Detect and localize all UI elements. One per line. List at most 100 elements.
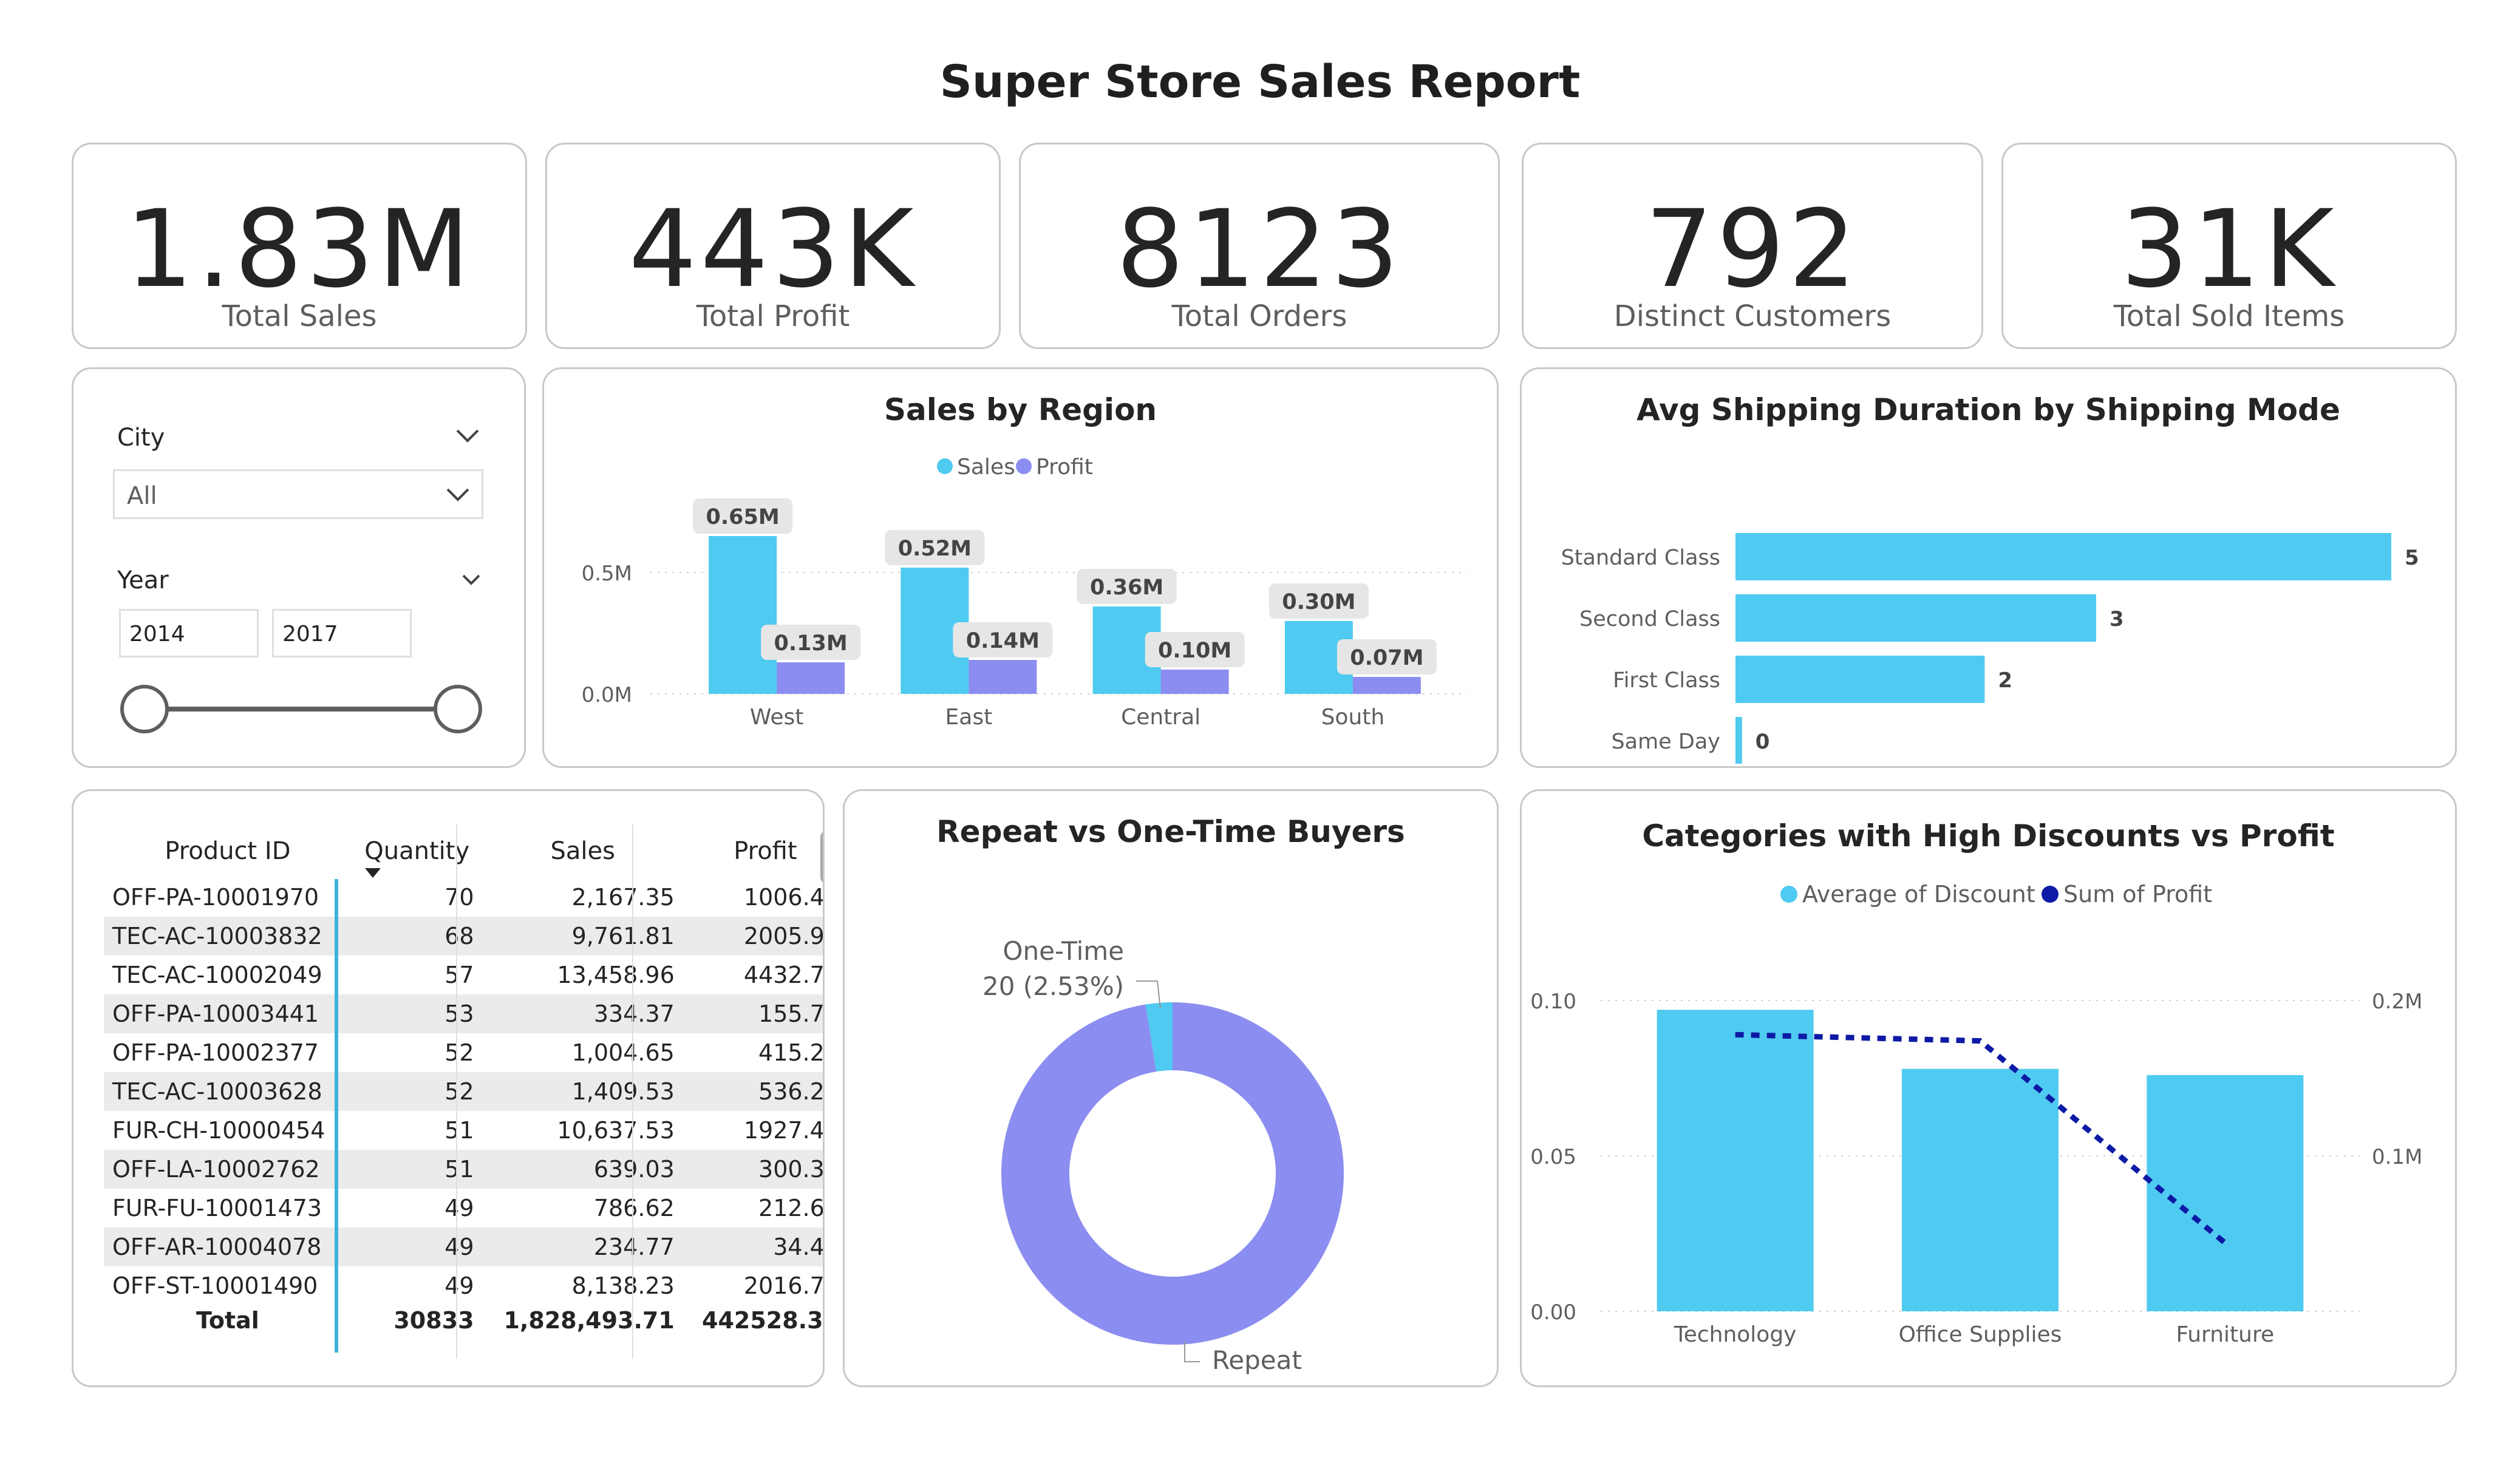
kpi-label: Total Profit [696, 299, 850, 333]
filter-panel: City All Year 2014 2017 [72, 367, 526, 768]
table-row[interactable]: OFF-AR-1000407849234.7734.46 [104, 1228, 823, 1266]
cell-profit: 1927.44 [743, 1117, 825, 1144]
cell-sales: 786.62 [593, 1195, 675, 1221]
data-label: 3 [2110, 607, 2124, 631]
cell-sales: 1,409.53 [482, 1072, 683, 1111]
table-row[interactable]: OFF-ST-10001490 49 8,138.23 2016.71 [104, 1266, 825, 1305]
kpi-label: Total Orders [1171, 299, 1347, 333]
data-label: 0.65M [706, 505, 780, 529]
cell-profit: 2005.95 [683, 917, 823, 956]
cell-quantity: 57 [444, 962, 474, 988]
data-label: 0.36M [1090, 576, 1163, 600]
city-slicer-label: City [117, 424, 165, 452]
cell-profit: 212.68 [758, 1195, 825, 1221]
x-tick-label: Office Supplies [1899, 1322, 2062, 1347]
data-label: 0.52M [898, 537, 972, 561]
cell-quantity: 49 [351, 1228, 483, 1266]
cell-sales: 8,138.23 [571, 1272, 675, 1299]
cell-product-id: TEC-AC-10003832 [104, 917, 352, 956]
data-label: 0.30M [1282, 590, 1355, 614]
table-row[interactable]: TEC-AC-10003832689,761.812005.95 [104, 917, 823, 956]
shipping-duration-chart: Standard Class 5 Second Class 3 First Class 2… [1561, 533, 2419, 764]
total-profit: 442528.31 [702, 1307, 823, 1334]
y-category-label: Second Class [1579, 607, 1720, 631]
y-tick-label: 0.0M [582, 683, 632, 707]
cell-sales: 234.77 [482, 1228, 683, 1266]
cell-product-id: FUR-FU-10001473 [112, 1195, 322, 1221]
y-right-tick-label: 0.1M [2372, 1145, 2422, 1169]
kpi-value: 8123 [1116, 187, 1403, 311]
bar-profit [1160, 670, 1229, 694]
table-scrollbar-thumb[interactable] [820, 830, 823, 884]
cell-sales: 13,458.96 [557, 962, 675, 988]
data-label: 0.10M [1158, 639, 1231, 663]
x-tick-label: South [1321, 705, 1385, 730]
column-header-product-id[interactable]: Product ID [104, 824, 352, 878]
y-category-label: Same Day [1611, 730, 1720, 754]
column-header-sales[interactable]: Sales [483, 824, 683, 878]
repeat-buyers-card: Repeat vs One-Time Buyers One-Time 20 (2.… [843, 789, 1499, 1387]
column-divider [456, 824, 457, 1359]
column-header-quantity[interactable]: Quantity [352, 824, 483, 878]
kpi-label: Total Sales [222, 299, 377, 333]
legend-label: Average of Discount [1802, 881, 2035, 908]
legend-marker [2042, 886, 2059, 903]
bar [1735, 533, 2391, 580]
table-row[interactable]: OFF-PA-10002377 52 1,004.65 415.28 [104, 1033, 823, 1072]
city-dropdown[interactable]: All [113, 469, 483, 519]
table-row[interactable]: OFF-LA-1000276251639.03300.34 [104, 1150, 823, 1189]
cell-profit: 34.46 [683, 1228, 823, 1266]
cell-profit: 2016.71 [743, 1272, 825, 1299]
kpi-value: 443K [628, 187, 918, 311]
cell-quantity: 51 [444, 1117, 474, 1144]
leader-line [1184, 1342, 1200, 1362]
discount-profit-combo-chart: Average of Discount Sum of Profit 0.00 0.05… [1530, 881, 2422, 1347]
cell-sales: 10,637.53 [557, 1117, 675, 1144]
cell-profit: 300.34 [683, 1150, 823, 1189]
chevron-down-icon[interactable] [461, 572, 482, 587]
y-left-tick-label: 0.00 [1530, 1300, 1576, 1325]
column-header-label: Quantity [364, 837, 470, 865]
cell-quantity: 53 [351, 994, 483, 1033]
kpi-card-total-orders: 8123 Total Orders [1019, 143, 1500, 349]
slice-label-value: 772 (97.47%) [1212, 1382, 1386, 1386]
product-table: Product ID Quantity Sales Profit OFF-PA-… [104, 824, 825, 1336]
column-header-profit[interactable]: Profit [683, 824, 823, 878]
column-divider [632, 824, 633, 1359]
x-tick-label: East [945, 705, 993, 730]
table-row[interactable]: FUR-CH-10000454 51 10,637.53 1927.44 [104, 1111, 825, 1150]
chevron-down-icon[interactable] [455, 427, 480, 445]
sales-by-region-card: Sales by Region Sales Profit 0.0M 0.5M 0.65M… [542, 367, 1499, 768]
cell-sales: 9,761.81 [482, 917, 683, 956]
table-row[interactable]: OFF-PA-10001970 70 2,167.35 1006.44 [104, 878, 825, 917]
bar-profit [777, 662, 845, 694]
y-tick-label: 0.5M [582, 562, 632, 586]
table-row[interactable]: TEC-AC-10003628521,409.53536.22 [104, 1072, 823, 1111]
chevron-down-icon [446, 488, 469, 501]
table-row[interactable]: FUR-FU-10001473 49 786.62 212.68 [104, 1189, 825, 1228]
kpi-label: Total Sold Items [2113, 299, 2345, 333]
year-start-input[interactable]: 2014 [119, 609, 259, 657]
data-label: 5 [2405, 546, 2419, 570]
legend-marker [1780, 886, 1797, 903]
slice-label-name: Repeat [1212, 1345, 1302, 1375]
cell-quantity: 51 [351, 1150, 483, 1189]
donut-slice-repeat [1001, 1002, 1344, 1345]
total-label: Total [196, 1307, 259, 1334]
slider-end-handle[interactable] [434, 685, 482, 733]
legend-marker [937, 458, 953, 474]
table-row[interactable]: OFF-PA-1000344153334.37155.78 [104, 994, 823, 1033]
y-left-tick-label: 0.05 [1530, 1145, 1576, 1169]
kpi-value: 792 [1645, 187, 1860, 311]
x-tick-label: Central [1121, 705, 1200, 730]
cell-profit: 1006.44 [743, 884, 825, 911]
data-label: 2 [1998, 668, 2012, 693]
year-range-slider[interactable] [119, 673, 483, 745]
table-row[interactable]: TEC-AC-10002049 57 13,458.96 4432.78 [104, 956, 823, 994]
year-end-input[interactable]: 2017 [272, 609, 412, 657]
chart-title: Sales by Region [884, 392, 1157, 427]
slider-start-handle[interactable] [120, 685, 169, 733]
cell-product-id: FUR-CH-10000454 [112, 1117, 325, 1144]
bar [1735, 717, 1742, 764]
cell-profit: 536.22 [683, 1072, 823, 1111]
